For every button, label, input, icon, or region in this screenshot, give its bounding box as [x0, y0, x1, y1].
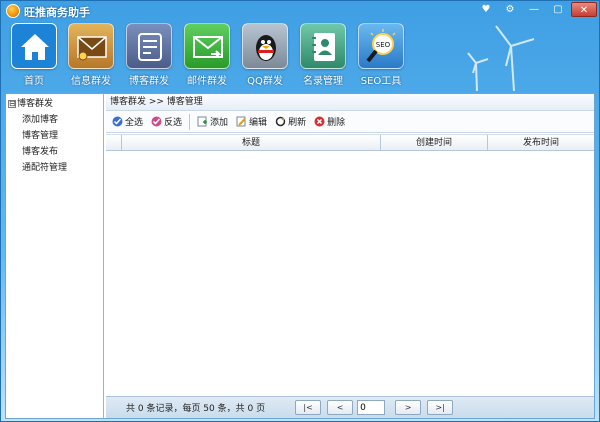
tree-root-label: 博客群发 — [17, 99, 54, 109]
app-window: 旺推商务助手 ♥ ⚙ — ▢ ✕ 首页 信息群发 博客群发 邮件群发 QQ群发 … — [0, 0, 600, 422]
nav-label: QQ群发 — [247, 76, 283, 87]
main-panel: ⊟博客群发 添加博客 博客管理 博客发布 通配符管理 博客群发 >> 博客管理 … — [5, 93, 595, 419]
invert-label: 反选 — [164, 118, 183, 128]
edit-label: 编辑 — [249, 118, 268, 128]
refresh-button[interactable]: 刷新 — [271, 113, 310, 131]
tree-item-blog-publish[interactable]: 博客发布 — [6, 144, 103, 160]
nav-label: 名录管理 — [303, 76, 343, 87]
refresh-label: 刷新 — [288, 118, 307, 128]
toolbar-separator — [189, 113, 191, 130]
message-tile — [68, 23, 114, 69]
blog-data-grid: 标题 创建时间 发布时间 — [106, 134, 594, 392]
seo-tile: SEO — [358, 23, 404, 69]
home-icon — [21, 34, 49, 60]
nav-contacts-management[interactable]: 名录管理 — [295, 23, 351, 89]
tree-root-blog-broadcast[interactable]: ⊟博客群发 — [6, 96, 103, 112]
content-area: 博客群发 >> 博客管理 全选 反选 添加 编辑 刷新 删除 标题 创建时间 发… — [106, 94, 594, 418]
favorite-icon[interactable]: ♥ — [475, 2, 497, 17]
message-icon — [77, 36, 107, 61]
select-all-button[interactable]: 全选 — [108, 113, 147, 131]
nav-message-broadcast[interactable]: 信息群发 — [63, 23, 119, 89]
action-toolbar: 全选 反选 添加 编辑 刷新 删除 — [106, 111, 594, 133]
contacts-tile — [300, 23, 346, 69]
mail-icon — [193, 36, 223, 58]
qq-penguin-icon — [256, 35, 276, 61]
nav-home[interactable]: 首页 — [6, 23, 62, 89]
tree-collapse-icon[interactable]: ⊟ — [8, 99, 16, 108]
nav-label: 邮件群发 — [187, 76, 227, 87]
function-tree: ⊟博客群发 添加博客 博客管理 博客发布 通配符管理 — [6, 94, 104, 418]
contacts-book-icon — [312, 33, 335, 61]
qq-tile — [242, 23, 288, 69]
edit-pencil-icon — [236, 116, 246, 127]
pagination-bar: 共 0 条记录，每页 50 条，共 0 页 |< < > >| — [106, 396, 594, 418]
home-tile — [11, 23, 57, 69]
seo-magnifier-icon: SEO — [366, 29, 396, 63]
checkmark-icon — [151, 116, 162, 127]
last-page-button[interactable]: >| — [427, 400, 454, 415]
nav-mail-broadcast[interactable]: 邮件群发 — [179, 23, 235, 89]
minimize-button[interactable]: — — [523, 2, 545, 17]
add-document-icon — [197, 116, 208, 127]
column-header-published-time[interactable]: 发布时间 — [488, 135, 594, 150]
app-title: 旺推商务助手 — [24, 6, 90, 19]
mail-tile — [184, 23, 230, 69]
first-page-button[interactable]: |< — [295, 400, 322, 415]
window-controls: ♥ ⚙ — ▢ ✕ — [475, 2, 597, 17]
app-logo-icon — [6, 4, 20, 18]
blog-icon — [138, 33, 162, 61]
page-number-input[interactable] — [357, 400, 386, 415]
add-button[interactable]: 添加 — [193, 113, 232, 131]
checkmark-icon — [112, 116, 123, 127]
nav-qq-broadcast[interactable]: QQ群发 — [237, 23, 293, 89]
main-nav-toolbar: 首页 信息群发 博客群发 邮件群发 QQ群发 名录管理 SEO SEO工具 — [1, 21, 599, 91]
record-summary: 共 0 条记录，每页 50 条，共 0 页 — [126, 404, 266, 414]
prev-page-button[interactable]: < — [327, 400, 354, 415]
tree-item-wildcard-management[interactable]: 通配符管理 — [6, 160, 103, 176]
nav-label: 首页 — [24, 76, 44, 87]
add-label: 添加 — [210, 118, 229, 128]
nav-seo-tools[interactable]: SEO SEO工具 — [353, 23, 409, 89]
grid-row-selector-header — [106, 135, 122, 150]
title-bar: 旺推商务助手 ♥ ⚙ — ▢ ✕ — [1, 1, 599, 21]
tree-item-blog-management[interactable]: 博客管理 — [6, 128, 103, 144]
delete-icon — [314, 116, 325, 127]
maximize-button[interactable]: ▢ — [547, 2, 569, 17]
grid-body — [106, 151, 594, 391]
breadcrumb: 博客群发 >> 博客管理 — [106, 94, 594, 111]
next-page-button[interactable]: > — [395, 400, 422, 415]
grid-header: 标题 创建时间 发布时间 — [106, 134, 594, 151]
invert-selection-button[interactable]: 反选 — [147, 113, 186, 131]
nav-label: 信息群发 — [71, 76, 111, 87]
settings-gear-icon[interactable]: ⚙ — [499, 2, 521, 17]
tree-item-add-blog[interactable]: 添加博客 — [6, 112, 103, 128]
svg-text:SEO: SEO — [376, 41, 391, 49]
nav-label: SEO工具 — [360, 76, 402, 87]
column-header-created-time[interactable]: 创建时间 — [381, 135, 488, 150]
column-header-title[interactable]: 标题 — [122, 135, 381, 150]
nav-label: 博客群发 — [129, 76, 169, 87]
blog-tile — [126, 23, 172, 69]
close-button[interactable]: ✕ — [571, 2, 597, 17]
refresh-icon — [275, 116, 286, 127]
delete-button[interactable]: 删除 — [310, 113, 349, 131]
edit-button[interactable]: 编辑 — [232, 113, 271, 131]
nav-blog-broadcast[interactable]: 博客群发 — [121, 23, 177, 89]
delete-label: 删除 — [327, 118, 346, 128]
select-all-label: 全选 — [125, 118, 144, 128]
